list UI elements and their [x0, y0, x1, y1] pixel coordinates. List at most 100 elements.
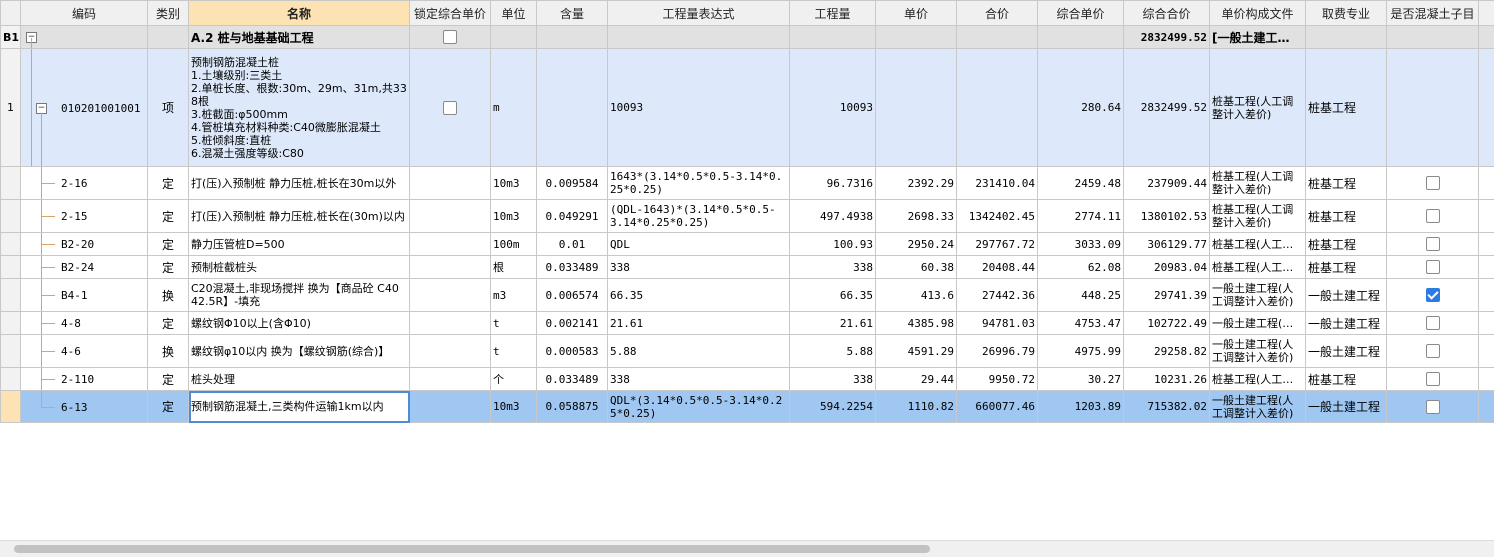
- file-cell[interactable]: 一般土建工程(…: [1210, 312, 1306, 335]
- quantity-cell[interactable]: 66.35: [790, 279, 876, 312]
- lock-cell[interactable]: [410, 167, 491, 200]
- name-cell[interactable]: 螺纹钢φ10以内 换为【螺纹钢筋(综合)】: [189, 335, 410, 368]
- price-cell[interactable]: 1110.82: [876, 391, 957, 423]
- lock-cell[interactable]: [410, 391, 491, 423]
- price-cell[interactable]: 4591.29: [876, 335, 957, 368]
- table-row[interactable]: B4-1换C20混凝土,非现场搅拌 换为【商品砼 C40 42.5R】-填充m3…: [1, 279, 1494, 312]
- code-cell[interactable]: − 010201001001: [21, 49, 148, 167]
- name-cell[interactable]: 预制桩截桩头: [189, 256, 410, 279]
- comp-total-cell[interactable]: 102722.49: [1124, 312, 1210, 335]
- concrete-cell[interactable]: [1387, 256, 1479, 279]
- unit-cell[interactable]: m: [491, 49, 537, 167]
- file-cell[interactable]: 一般土建工程(人工调整计入差价): [1210, 279, 1306, 312]
- price-cell[interactable]: 4385.98: [876, 312, 957, 335]
- specialty-cell[interactable]: 一般土建工程: [1306, 391, 1387, 423]
- lock-cell[interactable]: [410, 49, 491, 167]
- unit-cell[interactable]: 10m3: [491, 167, 537, 200]
- concrete-cell[interactable]: [1387, 200, 1479, 233]
- specialty-cell[interactable]: 桩基工程: [1306, 233, 1387, 256]
- type-cell[interactable]: [148, 26, 189, 49]
- table-row[interactable]: 2-16定打(压)入预制桩 静力压桩,桩长在30m以外10m30.0095841…: [1, 167, 1494, 200]
- col-header-concrete[interactable]: 是否混凝土子目: [1387, 1, 1479, 26]
- type-cell[interactable]: 换: [148, 279, 189, 312]
- comp-total-cell[interactable]: 2832499.52: [1124, 49, 1210, 167]
- expression-cell[interactable]: 338: [608, 368, 790, 391]
- type-cell[interactable]: 换: [148, 335, 189, 368]
- col-header-total[interactable]: 合价: [957, 1, 1038, 26]
- file-cell[interactable]: [一般土建工…: [1210, 26, 1306, 49]
- code-cell[interactable]: B2-20: [21, 233, 148, 256]
- specialty-cell[interactable]: 桩基工程: [1306, 49, 1387, 167]
- quantity-cell[interactable]: 10093: [790, 49, 876, 167]
- col-header-unit[interactable]: 单位: [491, 1, 537, 26]
- file-cell[interactable]: 桩基工程(人工…: [1210, 233, 1306, 256]
- file-cell[interactable]: 桩基工程(人工…: [1210, 368, 1306, 391]
- name-cell[interactable]: 打(压)入预制桩 静力压桩,桩长在(30m)以内: [189, 200, 410, 233]
- quantity-cell[interactable]: 338: [790, 256, 876, 279]
- content-cell[interactable]: 0.049291: [537, 200, 608, 233]
- code-cell[interactable]: B2-24: [21, 256, 148, 279]
- total-cell[interactable]: 94781.03: [957, 312, 1038, 335]
- type-cell[interactable]: 定: [148, 368, 189, 391]
- code-cell[interactable]: 4-6: [21, 335, 148, 368]
- concrete-checkbox[interactable]: [1426, 209, 1440, 223]
- lock-cell[interactable]: [410, 256, 491, 279]
- table-row[interactable]: B2-24定预制桩截桩头根0.03348933833860.3820408.44…: [1, 256, 1494, 279]
- file-cell[interactable]: 桩基工程(人工…: [1210, 256, 1306, 279]
- col-header-lock[interactable]: 锁定综合单价: [410, 1, 491, 26]
- code-cell[interactable]: 2-16: [21, 167, 148, 200]
- total-cell[interactable]: 27442.36: [957, 279, 1038, 312]
- concrete-cell[interactable]: [1387, 279, 1479, 312]
- type-cell[interactable]: 定: [148, 312, 189, 335]
- file-cell[interactable]: 桩基工程(人工调整计入差价): [1210, 200, 1306, 233]
- col-header-file[interactable]: 单价构成文件: [1210, 1, 1306, 26]
- comp-price-cell[interactable]: 2459.48: [1038, 167, 1124, 200]
- lock-cell[interactable]: [410, 233, 491, 256]
- comp-total-cell[interactable]: 10231.26: [1124, 368, 1210, 391]
- col-header-index[interactable]: [1, 1, 21, 26]
- quantity-cell[interactable]: 594.2254: [790, 391, 876, 423]
- concrete-checkbox[interactable]: [1426, 260, 1440, 274]
- lock-checkbox[interactable]: [443, 30, 457, 44]
- name-cell[interactable]: 预制钢筋混凝土桩1.土壤级别:三类土2.单桩长度、根数:30m、29m、31m,…: [189, 49, 410, 167]
- unit-cell[interactable]: 10m3: [491, 391, 537, 423]
- content-cell[interactable]: 0.01: [537, 233, 608, 256]
- section-row[interactable]: B1 − A.2 桩与地基基础工程 2832499.52 [一般土建工…: [1, 26, 1494, 49]
- comp-price-cell[interactable]: 30.27: [1038, 368, 1124, 391]
- comp-total-cell[interactable]: 29741.39: [1124, 279, 1210, 312]
- total-cell[interactable]: 1342402.45: [957, 200, 1038, 233]
- name-cell[interactable]: C20混凝土,非现场搅拌 换为【商品砼 C40 42.5R】-填充: [189, 279, 410, 312]
- col-header-code[interactable]: 编码: [21, 1, 148, 26]
- quantity-cell[interactable]: 497.4938: [790, 200, 876, 233]
- specialty-cell[interactable]: 一般土建工程: [1306, 279, 1387, 312]
- concrete-checkbox[interactable]: [1426, 316, 1440, 330]
- file-cell[interactable]: 桩基工程(人工调整计入差价): [1210, 167, 1306, 200]
- code-cell[interactable]: 2-15: [21, 200, 148, 233]
- type-cell[interactable]: 项: [148, 49, 189, 167]
- content-cell[interactable]: 0.002141: [537, 312, 608, 335]
- name-cell[interactable]: 打(压)入预制桩 静力压桩,桩长在30m以外: [189, 167, 410, 200]
- file-cell[interactable]: 一般土建工程(人工调整计入差价): [1210, 391, 1306, 423]
- comp-price-cell[interactable]: 2774.11: [1038, 200, 1124, 233]
- file-cell[interactable]: 桩基工程(人工调整计入差价): [1210, 49, 1306, 167]
- unit-cell[interactable]: 根: [491, 256, 537, 279]
- table-row[interactable]: 2-15定打(压)入预制桩 静力压桩,桩长在(30m)以内10m30.04929…: [1, 200, 1494, 233]
- name-cell[interactable]: 静力压管桩D=500: [189, 233, 410, 256]
- content-cell[interactable]: 0.033489: [537, 368, 608, 391]
- price-cell[interactable]: 2698.33: [876, 200, 957, 233]
- concrete-cell[interactable]: [1387, 391, 1479, 423]
- expression-cell[interactable]: 10093: [608, 49, 790, 167]
- table-row[interactable]: 2-110定桩头处理个0.03348933833829.449950.7230.…: [1, 368, 1494, 391]
- lock-cell[interactable]: [410, 312, 491, 335]
- concrete-checkbox[interactable]: [1426, 344, 1440, 358]
- type-cell[interactable]: 定: [148, 256, 189, 279]
- concrete-cell[interactable]: [1387, 368, 1479, 391]
- quantity-cell[interactable]: 21.61: [790, 312, 876, 335]
- concrete-cell[interactable]: [1387, 167, 1479, 200]
- specialty-cell[interactable]: 桩基工程: [1306, 167, 1387, 200]
- comp-total-cell[interactable]: 715382.02: [1124, 391, 1210, 423]
- specialty-cell[interactable]: 一般土建工程: [1306, 335, 1387, 368]
- content-cell[interactable]: 0.000583: [537, 335, 608, 368]
- comp-price-cell[interactable]: 1203.89: [1038, 391, 1124, 423]
- col-header-type[interactable]: 类别: [148, 1, 189, 26]
